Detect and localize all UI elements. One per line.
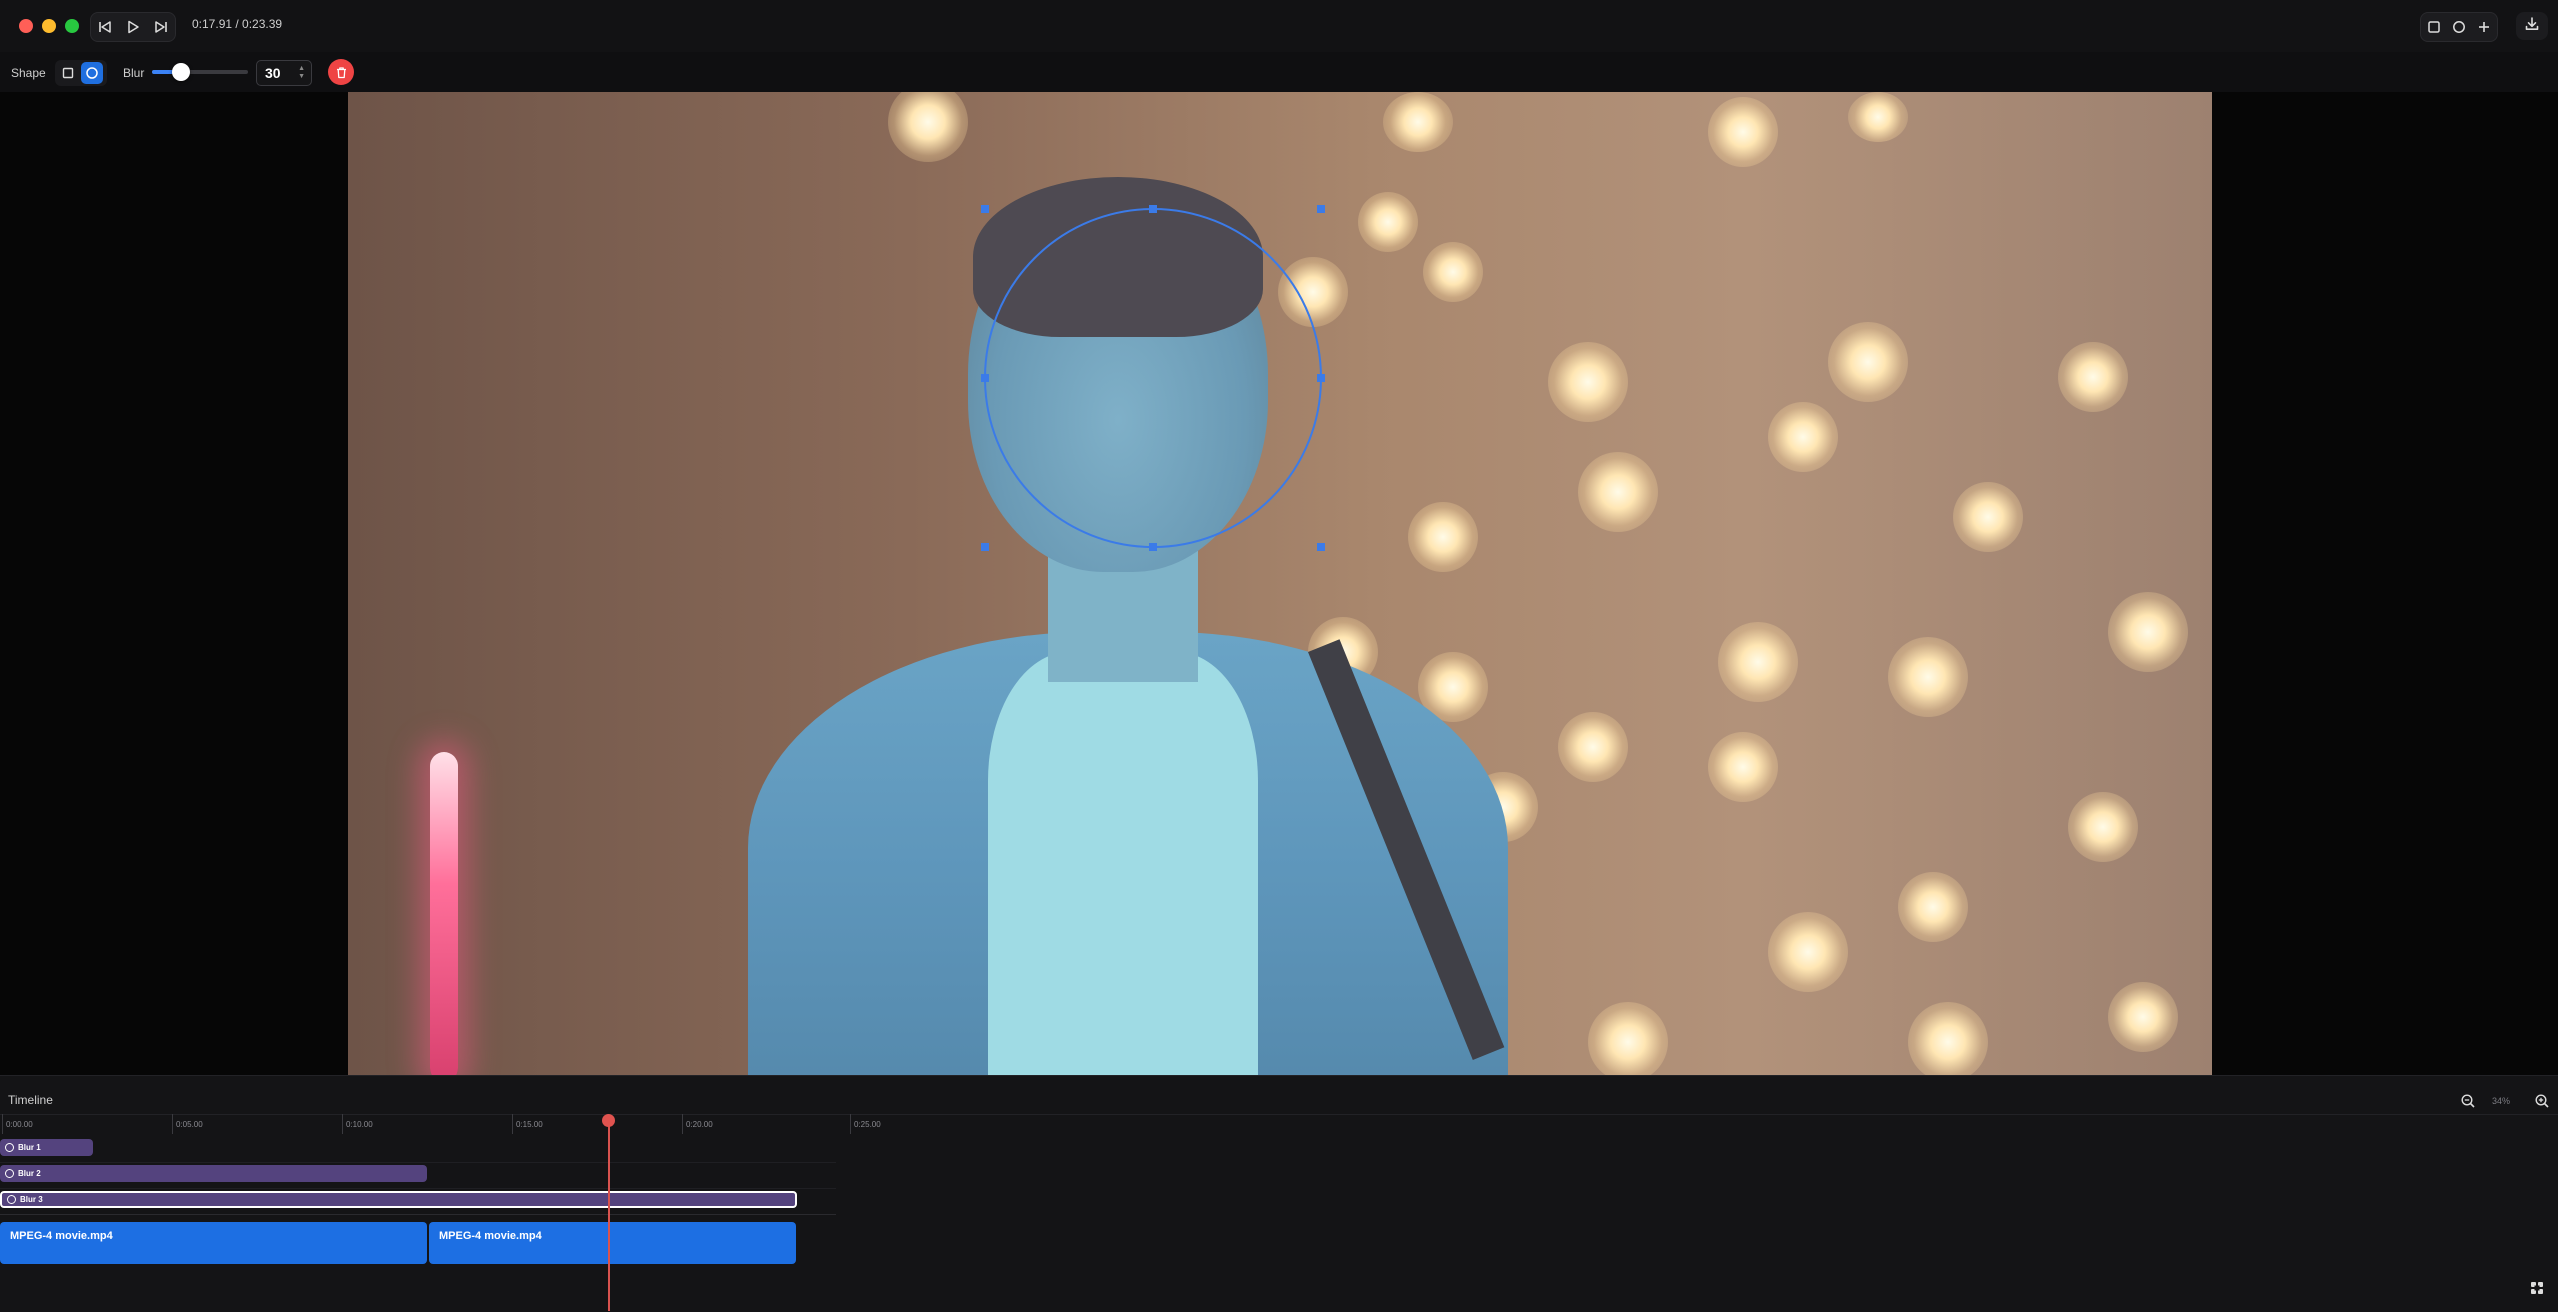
bokeh-light [2108,982,2178,1052]
zoom-level: 34% [2491,1096,2510,1106]
blur-slider-thumb[interactable] [171,63,190,81]
bokeh-light [1408,502,1478,572]
resize-handle [1317,205,1325,213]
ruler-tick: 0:15.00 [512,1114,543,1134]
playhead-line [608,1118,610,1311]
person-hair [973,177,1263,337]
video-track: MPEG-4 movie.mp4 MPEG-4 movie.mp4 [0,1222,836,1266]
playhead-handle[interactable] [602,1114,615,1127]
bokeh-light [1768,402,1838,472]
ruler-tick: 0:20.00 [682,1114,713,1134]
bokeh-light [1718,622,1798,702]
shape-rectangle-button[interactable] [57,62,79,84]
bokeh-light [1383,92,1453,152]
blur-track-row: Blur 1 [0,1136,836,1163]
blur-value-input[interactable]: 30 ▲ ▼ [256,60,312,86]
bokeh-light [1828,322,1908,402]
blur-clip-selected[interactable]: Blur 3 [0,1191,797,1208]
bokeh-light [1708,97,1778,167]
person-shirt [988,652,1258,1075]
blur-slider[interactable] [152,63,248,81]
bokeh-light [1908,1002,1988,1075]
circle-icon[interactable] [2448,16,2470,38]
skip-back-icon[interactable] [93,15,117,39]
video-clip[interactable]: MPEG-4 movie.mp4 [0,1222,427,1264]
bokeh-light [1548,342,1628,422]
resize-handle [1317,543,1325,551]
delete-shape-button[interactable] [328,59,354,85]
square-icon[interactable] [2423,16,2445,38]
shape-label: Shape [11,66,46,80]
bokeh-light [2068,792,2138,862]
plus-icon[interactable] [2473,16,2495,38]
resize-handle [981,543,989,551]
square-icon [62,67,74,79]
circle-icon [86,67,98,79]
bokeh-light [1888,637,1968,717]
bokeh-light [1358,192,1418,252]
add-shape-group [2420,12,2498,42]
ruler-tick: 0:00.00 [2,1114,33,1134]
timeline-title: Timeline [8,1093,53,1107]
shape-toolbar [0,52,2558,92]
circle-icon [7,1195,16,1204]
bokeh-light [888,92,968,162]
bokeh-light [1898,872,1968,942]
time-ruler[interactable]: 0:00.00 0:05.00 0:10.00 0:15.00 0:20.00 … [0,1114,881,1134]
export-button[interactable] [2516,12,2548,40]
bokeh-light [1578,452,1658,532]
bokeh-light [2058,342,2128,412]
bokeh-light [1558,712,1628,782]
circle-icon [5,1143,14,1152]
blur-value: 30 [265,65,281,81]
expand-icon[interactable] [2526,1277,2548,1299]
shape-selector [55,60,107,86]
title-bar: 0:17.91 / 0:23.39 [0,0,2558,53]
blur-clip[interactable]: Blur 2 [0,1165,427,1182]
bokeh-light [1708,732,1778,802]
stepper-icon[interactable]: ▲ ▼ [298,65,305,81]
bokeh-light [1953,482,2023,552]
resize-handle [1317,374,1325,382]
close-window-button[interactable] [19,19,33,33]
download-icon [2524,16,2540,37]
minimize-window-button[interactable] [42,19,56,33]
trash-icon [336,66,346,78]
transport-controls [90,12,176,42]
zoom-out-icon[interactable] [2460,1093,2476,1109]
bokeh-light [2108,592,2188,672]
circle-icon [5,1169,14,1178]
bokeh-light [1278,257,1348,327]
skip-forward-icon[interactable] [149,15,173,39]
timeline-header: Timeline 34% [0,1076,2558,1115]
bokeh-light [1588,1002,1668,1075]
video-frame[interactable] [348,92,2212,1075]
bokeh-light [1848,92,1908,142]
video-stage [0,92,2558,1075]
bokeh-light [1423,242,1483,302]
zoom-in-icon[interactable] [2534,1093,2550,1109]
blur-track-row: Blur 2 [0,1162,836,1189]
blur-label: Blur [123,66,145,80]
resize-handle [981,205,989,213]
timecode: 0:17.91 / 0:23.39 [192,17,283,31]
ruler-tick: 0:10.00 [342,1114,373,1134]
blur-track-row: Blur 3 [0,1188,836,1215]
blur-clip[interactable]: Blur 1 [0,1139,93,1156]
play-icon[interactable] [121,15,145,39]
ruler-tick: 0:25.00 [850,1114,881,1134]
zoom-window-button[interactable] [65,19,79,33]
bokeh-light [1768,912,1848,992]
video-clip[interactable]: MPEG-4 movie.mp4 [429,1222,796,1264]
shape-ellipse-button[interactable] [81,62,103,84]
ruler-tick: 0:05.00 [172,1114,203,1134]
neon-light [430,752,458,1075]
